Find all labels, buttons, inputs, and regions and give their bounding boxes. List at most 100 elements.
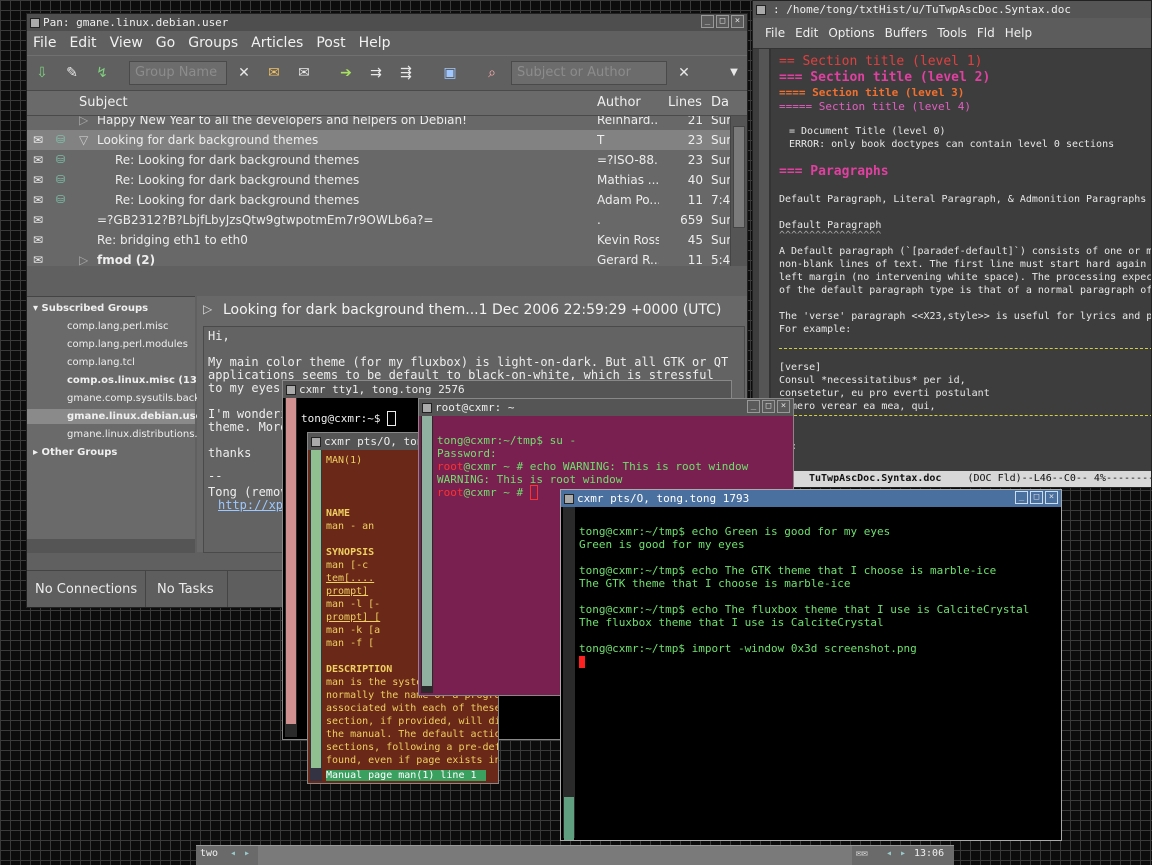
workspace-prev-icon[interactable]: ◂	[230, 848, 236, 859]
scrollbar-thumb[interactable]	[564, 797, 574, 840]
expander-icon[interactable]: ▷	[79, 253, 94, 266]
search-icon[interactable]: ⌕	[483, 64, 501, 82]
menu-help[interactable]: Help	[359, 35, 391, 51]
close-icon[interactable]: ×	[1045, 491, 1058, 504]
next-unread-icon[interactable]: ➔	[337, 64, 355, 82]
column-subject[interactable]: Subject	[79, 95, 128, 110]
window-menu-icon[interactable]	[286, 385, 296, 395]
group-list-hscrollbar[interactable]	[27, 539, 195, 553]
next-thread-icon[interactable]: ⇉	[367, 64, 385, 82]
emacs-menu-fld[interactable]: Fld	[977, 26, 995, 40]
refresh-icon[interactable]: ↯	[93, 64, 111, 82]
menu-go[interactable]: Go	[156, 35, 175, 51]
column-date[interactable]: Da	[711, 95, 729, 110]
emacs-menu-tools[interactable]: Tools	[937, 26, 967, 40]
expander-icon[interactable]: ▷	[79, 116, 94, 127]
pan-titlebar[interactable]: Pan: gmane.linux.debian.user _ □ ×	[27, 14, 747, 31]
post-icon[interactable]: ✉	[265, 64, 283, 82]
group-item[interactable]: comp.os.linux.misc (13	[67, 375, 197, 386]
clear-article-filter-icon[interactable]: ✕	[675, 64, 693, 82]
root-titlebar[interactable]: root@cxmr: ~ _ □ ×	[419, 399, 793, 416]
article-list-scrollbar[interactable]	[730, 116, 747, 266]
next-group-icon[interactable]: ⇶	[397, 64, 415, 82]
man-scrollbar[interactable]	[310, 450, 322, 781]
emacs-menu-options[interactable]: Options	[828, 26, 874, 40]
minimize-icon[interactable]: _	[747, 400, 760, 413]
subscribed-groups-header[interactable]: ▾ Subscribed Groups	[33, 303, 148, 314]
window-menu-icon[interactable]	[311, 437, 321, 447]
group-item[interactable]: comp.lang.tcl	[67, 357, 135, 368]
menu-groups[interactable]: Groups	[188, 35, 238, 51]
group-item[interactable]: gmane.comp.sysutils.back	[67, 393, 200, 404]
emacs-window[interactable]: : /home/tong/txtHist/u/TuTwpAscDoc.Synta…	[752, 0, 1152, 488]
article-row[interactable]: ✉ ▷ fmod (2) Gerard R... 11 5:4	[27, 250, 732, 266]
article-row[interactable]: ✉ ⛁ Re: Looking for dark background them…	[27, 170, 732, 190]
group-item-selected[interactable]: gmane.linux.debian.user	[27, 409, 207, 424]
article-row[interactable]: ✉ Re: bridging eth1 to eth0 Kevin Ross 4…	[27, 230, 732, 250]
article-row[interactable]: ✉ =?GB2312?B?LbjfLbyJzsQtw9gtwpotmEm7r9O…	[27, 210, 732, 230]
window-menu-icon[interactable]	[756, 5, 766, 15]
window-menu-icon[interactable]	[30, 18, 40, 28]
article-row[interactable]: ▷ Happy New Year to all the developers a…	[27, 116, 732, 130]
scrollbar-thumb[interactable]	[733, 126, 745, 228]
save-icon[interactable]: ▣	[441, 64, 459, 82]
close-icon[interactable]: ×	[777, 400, 790, 413]
scrollbar-thumb[interactable]	[422, 416, 432, 686]
close-icon[interactable]: ×	[731, 15, 744, 28]
message-header: Looking for dark background them...1 Dec…	[223, 302, 722, 318]
tty1-scrollbar[interactable]	[285, 398, 297, 737]
tty1-titlebar[interactable]: cxmr tty1, tong.tong 2576	[283, 381, 731, 398]
clear-group-filter-icon[interactable]: ✕	[235, 64, 253, 82]
menu-view[interactable]: View	[110, 35, 143, 51]
emacs-menu-help[interactable]: Help	[1005, 26, 1032, 40]
header-expander-icon[interactable]: ▷	[203, 302, 212, 316]
group-search-input[interactable]: Group Name	[129, 61, 227, 85]
window-menu-icon[interactable]	[564, 494, 574, 504]
workspace-next-icon[interactable]: ▸	[244, 848, 250, 859]
maximize-icon[interactable]: □	[716, 15, 729, 28]
maximize-icon[interactable]: □	[1030, 491, 1043, 504]
menu-post[interactable]: Post	[316, 35, 345, 51]
article-row[interactable]: ✉ ⛁ Re: Looking for dark background them…	[27, 150, 732, 170]
workspace-name[interactable]: two	[200, 848, 218, 859]
menu-edit[interactable]: Edit	[69, 35, 96, 51]
group-item[interactable]: comp.lang.perl.misc	[67, 321, 168, 332]
window-prev-icon[interactable]: ◂	[886, 848, 892, 859]
emacs-titlebar[interactable]: : /home/tong/txtHist/u/TuTwpAscDoc.Synta…	[753, 1, 1151, 18]
emacs-menu-buffers[interactable]: Buffers	[885, 26, 928, 40]
collapse-icon[interactable]: ▽	[79, 133, 94, 147]
article-row[interactable]: ✉ ⛁ Re: Looking for dark background them…	[27, 190, 732, 210]
green-terminal[interactable]: tong@cxmr:~/tmp$ echo Green is good for …	[579, 507, 1061, 840]
get-new-icon[interactable]: ✎	[63, 64, 81, 82]
article-row-selected[interactable]: ✉ ⛁ ▽ Looking for dark background themes…	[27, 130, 732, 150]
group-item[interactable]: gmane.linux.distributions.	[67, 429, 198, 440]
pan-toolbar: ⇩ ✎ ↯ Group Name ✕ ✉ ✉ ➔ ⇉ ⇶ ▣ ⌕ Subject…	[27, 55, 747, 91]
minimize-icon[interactable]: _	[701, 15, 714, 28]
menu-articles[interactable]: Articles	[251, 35, 303, 51]
taskbar-window-list[interactable]	[258, 846, 852, 865]
green-terminal-window[interactable]: cxmr pts/O, tong.tong 1793 _ □ × tong@cx…	[560, 489, 1062, 841]
get-headers-icon[interactable]: ⇩	[33, 64, 51, 82]
green-scrollbar[interactable]	[563, 507, 575, 840]
emacs-menu-file[interactable]: File	[765, 26, 785, 40]
green-titlebar[interactable]: cxmr pts/O, tong.tong 1793 _ □ ×	[561, 490, 1061, 507]
mail-icon[interactable]: ✉✉	[856, 848, 868, 859]
root-scrollbar[interactable]	[421, 416, 433, 693]
maximize-icon[interactable]: □	[762, 400, 775, 413]
scrollbar-thumb[interactable]	[311, 450, 321, 768]
followup-icon[interactable]: ✉	[295, 64, 313, 82]
emacs-menu-edit[interactable]: Edit	[795, 26, 818, 40]
emacs-buffer[interactable]: == Section title (level 1) === Section t…	[779, 49, 1151, 469]
toolbar-overflow-icon[interactable]: ▼	[725, 64, 743, 82]
column-author[interactable]: Author	[597, 95, 641, 110]
minimize-icon[interactable]: _	[1015, 491, 1028, 504]
column-lines[interactable]: Lines	[668, 95, 702, 110]
message-link[interactable]: http://xp	[218, 498, 283, 512]
article-search-input[interactable]: Subject or Author	[511, 61, 667, 85]
other-groups-header[interactable]: ▸ Other Groups	[33, 447, 117, 458]
menu-file[interactable]: File	[33, 35, 56, 51]
group-item[interactable]: comp.lang.perl.modules	[67, 339, 188, 350]
window-menu-icon[interactable]	[422, 403, 432, 413]
scrollbar-thumb[interactable]	[286, 398, 296, 724]
window-next-icon[interactable]: ▸	[900, 848, 906, 859]
